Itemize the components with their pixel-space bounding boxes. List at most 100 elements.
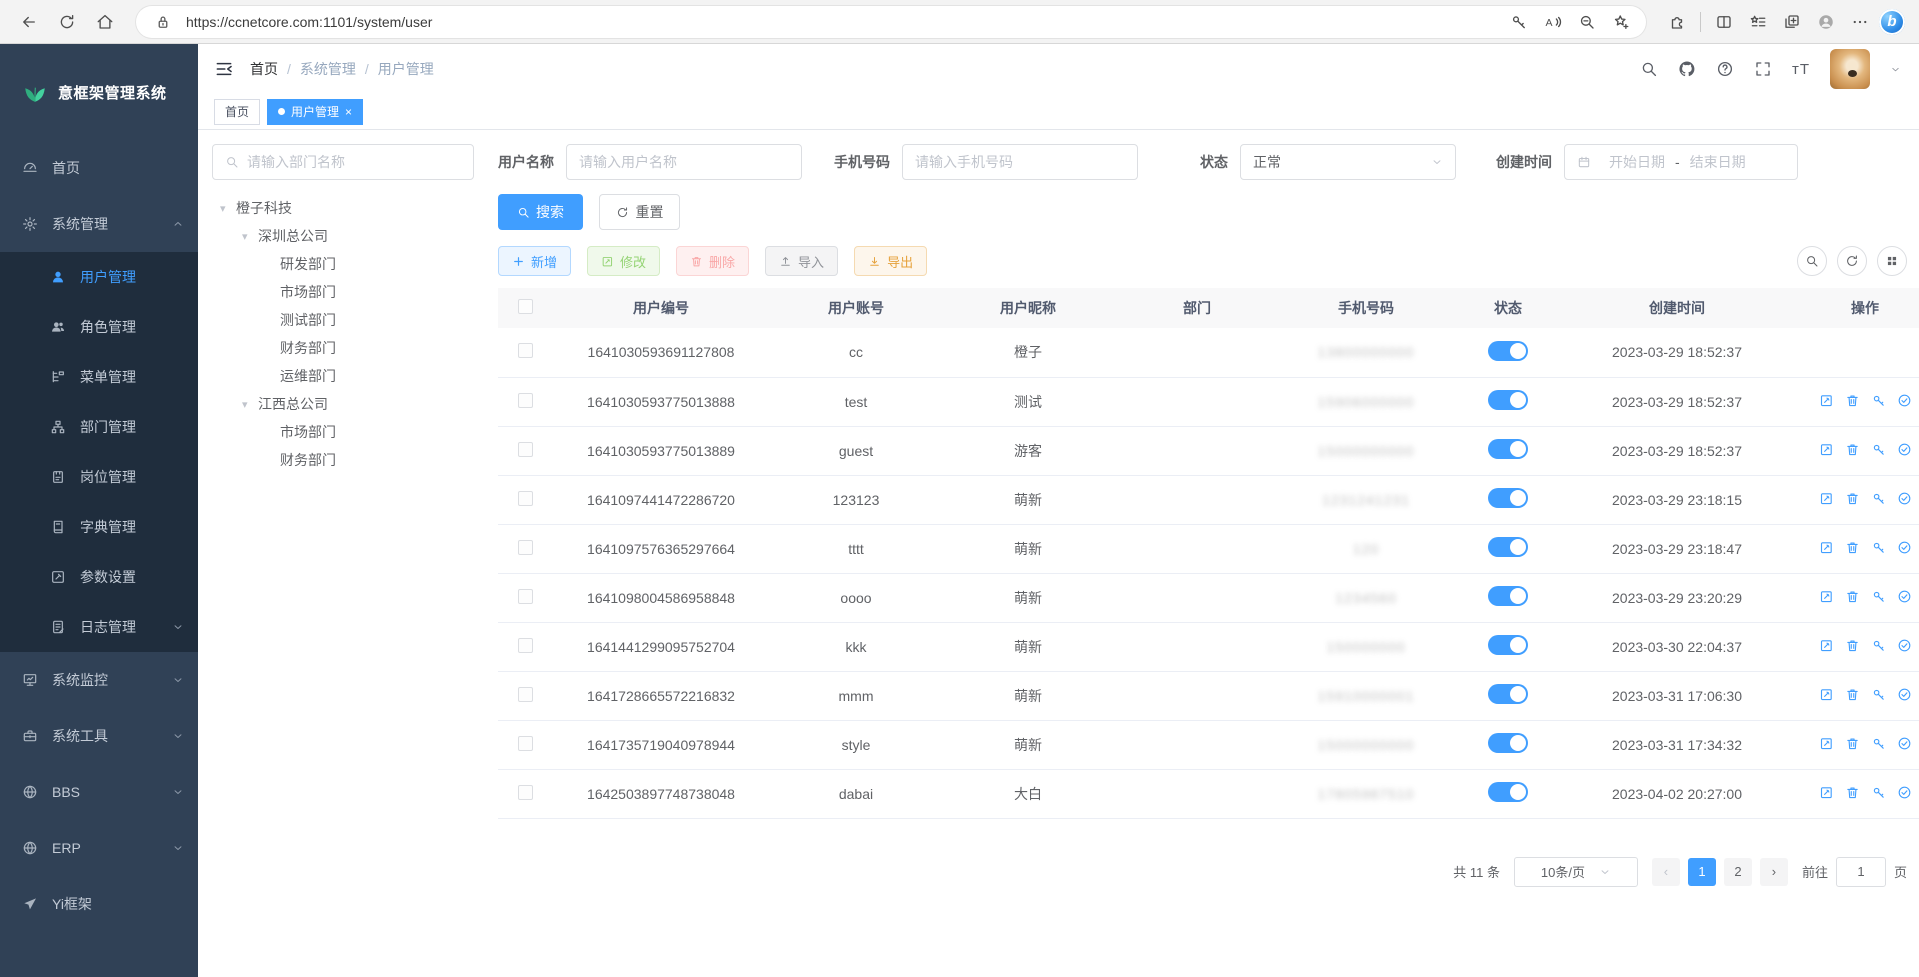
edit-icon[interactable]	[1819, 785, 1834, 800]
row-checkbox[interactable]	[518, 687, 533, 702]
row-checkbox[interactable]	[518, 638, 533, 653]
home-icon[interactable]	[90, 7, 120, 37]
row-checkbox[interactable]	[518, 491, 533, 506]
edit-icon[interactable]	[1819, 491, 1834, 506]
more-icon[interactable]	[1845, 7, 1875, 37]
delete-icon[interactable]	[1845, 687, 1860, 702]
favorites-list-icon[interactable]	[1743, 7, 1773, 37]
tree-node[interactable]: ▾橙子科技	[212, 194, 474, 222]
show-search-button[interactable]	[1797, 246, 1827, 276]
reset-password-icon[interactable]	[1871, 491, 1886, 506]
assign-role-icon[interactable]	[1897, 638, 1912, 653]
reset-password-icon[interactable]	[1871, 442, 1886, 457]
address-bar[interactable]: https://ccnetcore.com:1101/system/user A	[136, 6, 1646, 38]
edit-icon[interactable]	[1819, 442, 1834, 457]
assign-role-icon[interactable]	[1897, 736, 1912, 751]
row-checkbox[interactable]	[518, 785, 533, 800]
page-button-2[interactable]: 2	[1724, 858, 1752, 886]
row-checkbox[interactable]	[518, 393, 533, 408]
status-toggle[interactable]	[1488, 684, 1528, 704]
help-icon[interactable]	[1716, 60, 1734, 78]
delete-icon[interactable]	[1845, 589, 1860, 604]
sidebar-fold-icon[interactable]	[214, 59, 234, 79]
status-toggle[interactable]	[1488, 341, 1528, 361]
edit-icon[interactable]	[1819, 638, 1834, 653]
sidebar-item-yi[interactable]: Yi框架	[0, 876, 198, 932]
sidebar-item-tool[interactable]: 系统工具	[0, 708, 198, 764]
phone-input[interactable]: 请输入手机号码	[902, 144, 1138, 180]
delete-icon[interactable]	[1845, 442, 1860, 457]
sidebar-item-menu[interactable]: 菜单管理	[0, 352, 198, 402]
reset-password-icon[interactable]	[1871, 687, 1886, 702]
sidebar-item-user[interactable]: 用户管理	[0, 252, 198, 302]
tree-node[interactable]: 市场部门	[212, 418, 474, 446]
import-button[interactable]: 导入	[765, 246, 838, 276]
sidebar-item-monitor[interactable]: 系统监控	[0, 652, 198, 708]
status-toggle[interactable]	[1488, 586, 1528, 606]
read-aloud-icon[interactable]: A	[1538, 7, 1568, 37]
edit-icon[interactable]	[1819, 540, 1834, 555]
github-icon[interactable]	[1678, 60, 1696, 78]
assign-role-icon[interactable]	[1897, 442, 1912, 457]
refresh-table-button[interactable]	[1837, 246, 1867, 276]
tree-node[interactable]: 财务部门	[212, 334, 474, 362]
page-button-1[interactable]: 1	[1688, 858, 1716, 886]
tree-node[interactable]: 研发部门	[212, 250, 474, 278]
tree-node[interactable]: 财务部门	[212, 446, 474, 474]
sidebar-item-log[interactable]: 日志管理	[0, 602, 198, 652]
row-checkbox[interactable]	[518, 442, 533, 457]
delete-icon[interactable]	[1845, 785, 1860, 800]
tab-user-management[interactable]: 用户管理 ×	[267, 99, 363, 125]
delete-icon[interactable]	[1845, 393, 1860, 408]
assign-role-icon[interactable]	[1897, 491, 1912, 506]
next-page-button[interactable]: ›	[1760, 858, 1788, 886]
refresh-icon[interactable]	[52, 7, 82, 37]
tab-home[interactable]: 首页	[214, 99, 260, 125]
row-checkbox[interactable]	[518, 540, 533, 555]
tree-node[interactable]: ▾深圳总公司	[212, 222, 474, 250]
favorite-add-icon[interactable]	[1606, 7, 1636, 37]
assign-role-icon[interactable]	[1897, 687, 1912, 702]
reset-password-icon[interactable]	[1871, 736, 1886, 751]
sidebar-item-role[interactable]: 角色管理	[0, 302, 198, 352]
sidebar-item-bbs[interactable]: BBS	[0, 764, 198, 820]
sidebar-item-home[interactable]: 首页	[0, 140, 198, 196]
username-input[interactable]: 请输入用户名称	[566, 144, 802, 180]
zoom-out-icon[interactable]	[1572, 7, 1602, 37]
status-select[interactable]: 正常	[1240, 144, 1456, 180]
status-toggle[interactable]	[1488, 537, 1528, 557]
edit-icon[interactable]	[1819, 687, 1834, 702]
search-icon[interactable]	[1640, 60, 1658, 78]
sidebar-item-dict[interactable]: 字典管理	[0, 502, 198, 552]
export-button[interactable]: 导出	[854, 246, 927, 276]
assign-role-icon[interactable]	[1897, 589, 1912, 604]
sidebar-item-dept[interactable]: 部门管理	[0, 402, 198, 452]
tab-close-icon[interactable]: ×	[345, 105, 352, 119]
status-toggle[interactable]	[1488, 635, 1528, 655]
chevron-down-icon[interactable]	[1890, 64, 1901, 75]
date-range-picker[interactable]: 开始日期 - 结束日期	[1564, 144, 1798, 180]
tree-node[interactable]: ▾江西总公司	[212, 390, 474, 418]
reset-password-icon[interactable]	[1871, 540, 1886, 555]
reset-password-icon[interactable]	[1871, 638, 1886, 653]
assign-role-icon[interactable]	[1897, 393, 1912, 408]
status-toggle[interactable]	[1488, 390, 1528, 410]
key-icon[interactable]	[1504, 7, 1534, 37]
dept-search-input[interactable]: 请输入部门名称	[212, 144, 474, 180]
delete-button[interactable]: 删除	[676, 246, 749, 276]
profile-icon[interactable]	[1811, 7, 1841, 37]
sidebar-item-erp[interactable]: ERP	[0, 820, 198, 876]
tree-node[interactable]: 运维部门	[212, 362, 474, 390]
goto-page-input[interactable]: 1	[1836, 857, 1886, 887]
add-button[interactable]: 新增	[498, 246, 571, 276]
sidebar-item-post[interactable]: 岗位管理	[0, 452, 198, 502]
font-size-icon[interactable]: тT	[1792, 61, 1810, 78]
tree-node[interactable]: 市场部门	[212, 278, 474, 306]
edit-icon[interactable]	[1819, 589, 1834, 604]
prev-page-button[interactable]: ‹	[1652, 858, 1680, 886]
delete-icon[interactable]	[1845, 540, 1860, 555]
edit-icon[interactable]	[1819, 393, 1834, 408]
user-avatar[interactable]	[1830, 49, 1870, 89]
tree-node[interactable]: 测试部门	[212, 306, 474, 334]
fullscreen-icon[interactable]	[1754, 60, 1772, 78]
